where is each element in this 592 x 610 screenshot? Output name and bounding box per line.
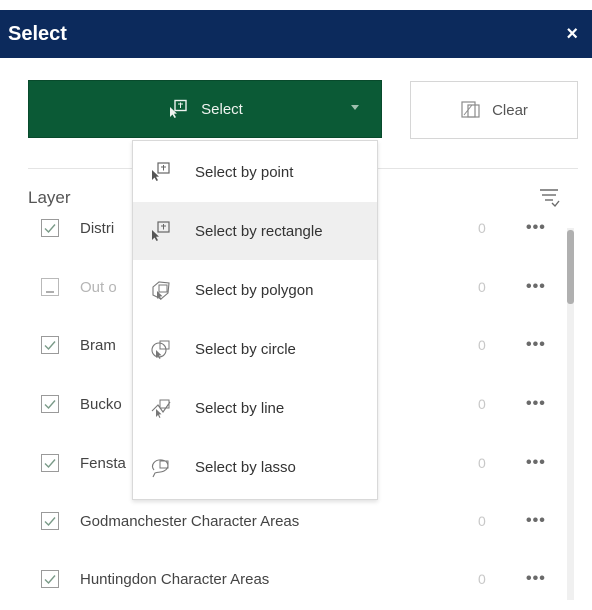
menu-item-select-line[interactable]: Select by line: [133, 379, 377, 437]
more-options-icon[interactable]: •••: [526, 570, 546, 588]
layer-row[interactable]: Godmanchester Character Areas 0 •••: [0, 492, 565, 550]
select-lasso-icon: [149, 456, 173, 485]
menu-item-label: Select by rectangle: [195, 222, 323, 240]
layer-checkbox[interactable]: [41, 512, 59, 530]
clear-selection-icon: [460, 100, 482, 120]
more-options-icon[interactable]: •••: [526, 395, 546, 413]
more-options-icon[interactable]: •••: [526, 336, 546, 354]
layer-name: Huntingdon Character Areas: [80, 570, 270, 588]
select-circle-icon: [149, 338, 173, 367]
close-icon[interactable]: ×: [566, 24, 578, 44]
layer-checkbox[interactable]: [41, 219, 59, 237]
layer-checkbox[interactable]: [41, 570, 59, 588]
menu-item-select-circle[interactable]: Select by circle: [133, 320, 377, 378]
layer-selection-count: 0: [478, 571, 486, 587]
layer-checkbox[interactable]: [41, 278, 59, 296]
more-options-icon[interactable]: •••: [526, 219, 546, 237]
layer-name: Bram: [80, 336, 116, 354]
select-rectangle-icon: [149, 220, 173, 249]
more-options-icon[interactable]: •••: [526, 278, 546, 296]
menu-item-select-rectangle[interactable]: Select by rectangle: [133, 202, 377, 260]
layer-selection-count: 0: [478, 455, 486, 471]
menu-item-label: Select by circle: [195, 340, 296, 358]
layer-selection-count: 0: [478, 396, 486, 412]
menu-item-select-point[interactable]: Select by point: [133, 143, 377, 201]
layer-checkbox[interactable]: [41, 336, 59, 354]
select-line-icon: [149, 397, 173, 426]
more-options-icon[interactable]: •••: [526, 454, 546, 472]
layer-selection-count: 0: [478, 279, 486, 295]
scrollbar-thumb[interactable]: [567, 230, 574, 304]
chevron-down-icon: [351, 105, 359, 110]
panel-title: Select: [8, 22, 67, 45]
select-panel: Select × Select Clear Layer Distri 0 •••…: [0, 0, 592, 610]
select-tool-menu: Select by point Select by rectangle Select…: [132, 140, 378, 500]
menu-item-label: Select by point: [195, 163, 294, 181]
title-bar: Select ×: [0, 10, 592, 58]
more-options-icon[interactable]: •••: [526, 512, 546, 530]
layer-row[interactable]: Huntingdon Character Areas 0 •••: [0, 550, 565, 608]
select-dropdown-button[interactable]: Select: [28, 80, 382, 138]
menu-item-select-polygon[interactable]: Select by polygon: [133, 261, 377, 319]
layer-selection-count: 0: [478, 220, 486, 236]
layer-name: Godmanchester Character Areas: [80, 512, 300, 530]
layer-selection-count: 0: [478, 513, 486, 529]
select-button-label: Select: [201, 100, 243, 118]
layer-list-scrollbar[interactable]: [567, 228, 574, 600]
layer-name: Fensta: [80, 454, 126, 472]
layer-name: Out o: [80, 278, 117, 296]
layer-name: Bucko: [80, 395, 122, 413]
layer-checkbox[interactable]: [41, 454, 59, 472]
clear-button[interactable]: Clear: [410, 81, 578, 139]
layer-selection-count: 0: [478, 337, 486, 353]
menu-item-select-lasso[interactable]: Select by lasso: [133, 438, 377, 496]
menu-item-label: Select by polygon: [195, 281, 314, 299]
select-point-icon: [149, 161, 173, 190]
layer-name: Distri: [80, 219, 115, 237]
clear-button-label: Clear: [492, 101, 528, 119]
layer-checkbox[interactable]: [41, 395, 59, 413]
menu-item-label: Select by lasso: [195, 458, 296, 476]
menu-item-label: Select by line: [195, 399, 285, 417]
select-rectangle-icon: [167, 99, 189, 119]
select-polygon-icon: [149, 279, 173, 308]
